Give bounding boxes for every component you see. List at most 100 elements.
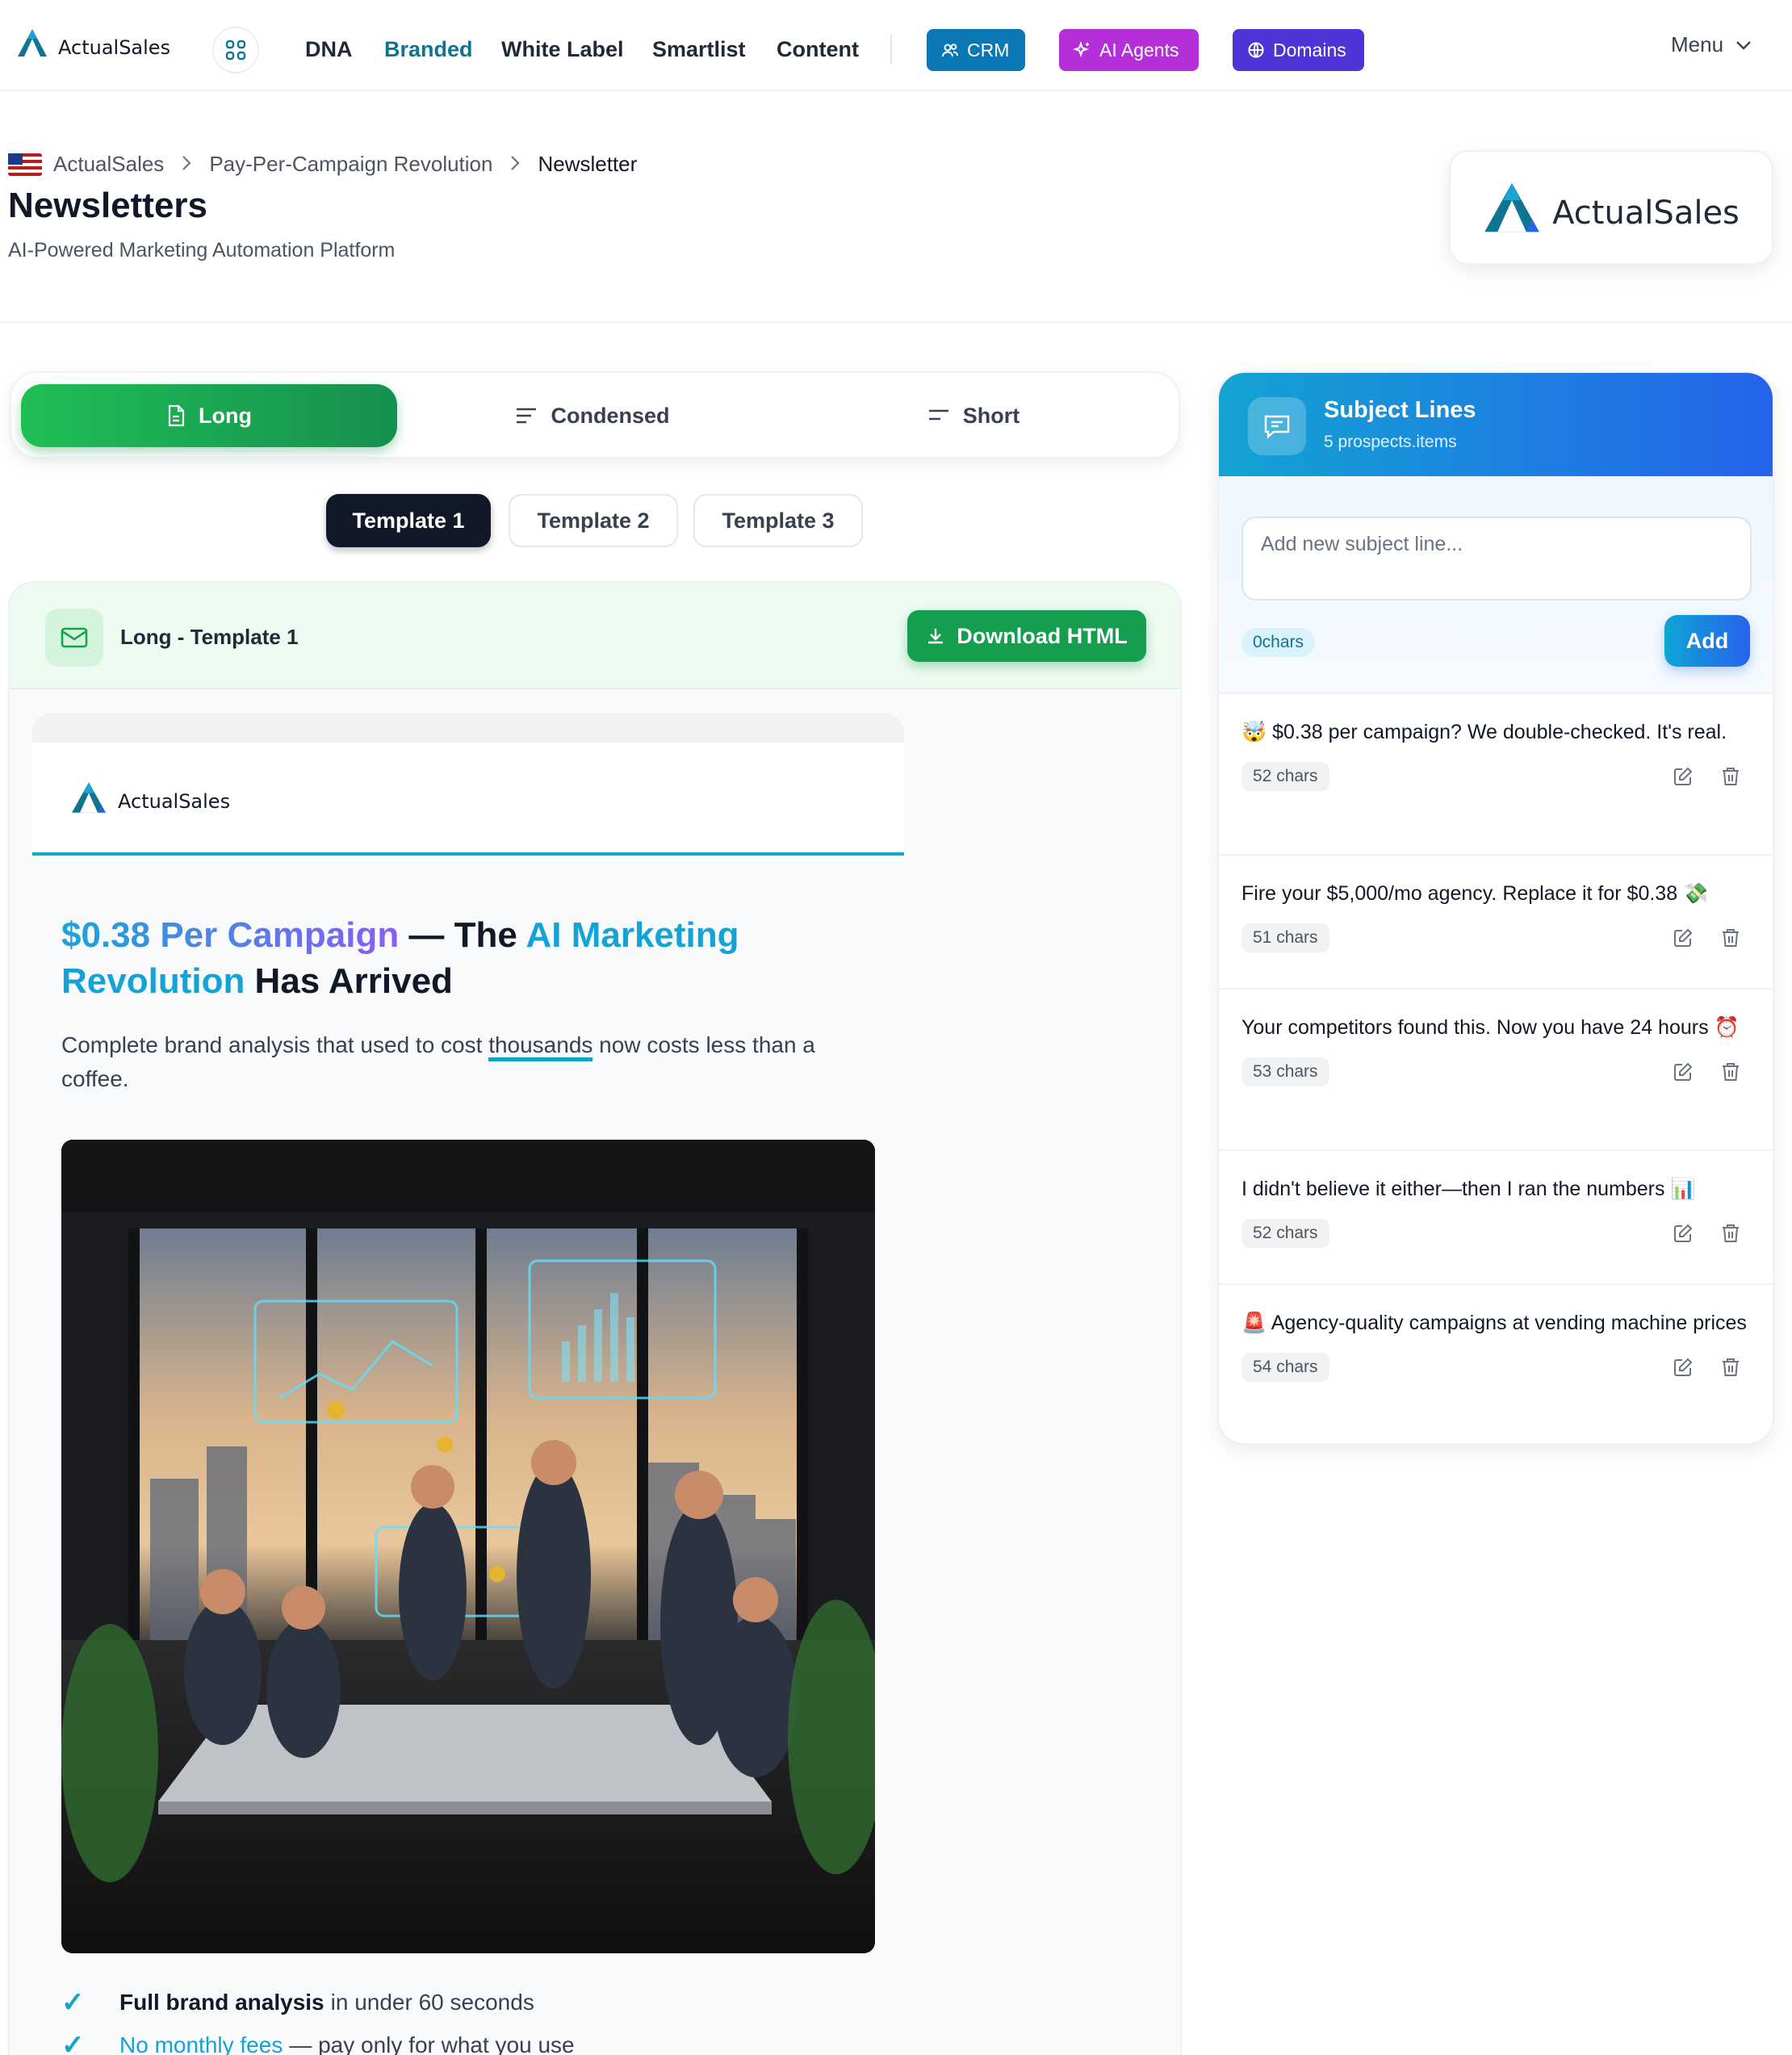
sparkles-icon (1074, 41, 1090, 58)
email-lead: Complete brand analysis that used to cos… (61, 1028, 875, 1096)
nav-link-dna[interactable]: DNA (305, 37, 353, 62)
trash-icon[interactable] (1721, 1223, 1740, 1244)
subject-input-area: 0chars Add (1219, 476, 1773, 694)
template-2-button[interactable]: Template 2 (509, 494, 678, 547)
edit-icon[interactable] (1673, 1223, 1694, 1244)
tab-short[interactable]: Short (909, 384, 1038, 447)
nav-link-smartlist[interactable]: Smartlist (652, 37, 746, 62)
add-subject-button[interactable]: Add (1664, 615, 1750, 667)
edit-icon[interactable] (1673, 1357, 1694, 1378)
globe-icon (1248, 42, 1264, 58)
headline-dash: — The (399, 915, 526, 955)
nav-link-white-label[interactable]: White Label (501, 37, 624, 62)
bullet-text: in under 60 seconds (330, 1989, 534, 2015)
subject-line-chars: 53 chars (1241, 1057, 1329, 1086)
tab-condensed[interactable]: Condensed (496, 384, 689, 447)
newsletter-preview: Long - Template 1 Download HTML ActualSa… (8, 581, 1182, 2055)
bullet-text: — pay only for what you use (289, 2032, 575, 2055)
subject-line-text: I didn't believe it either—then I ran th… (1241, 1178, 1696, 1200)
email-headline: $0.38 Per Campaign — The AI Marketing Re… (61, 912, 875, 1004)
grid-icon (225, 40, 246, 61)
breadcrumb-item-home[interactable]: ActualSales (53, 152, 164, 177)
actualsales-logo-icon (72, 782, 106, 813)
top-navigation: ActualSales DNA Branded White Label Smar… (0, 0, 1792, 91)
apps-grid-button[interactable] (212, 27, 259, 73)
download-label: Download HTML (957, 623, 1128, 648)
preview-title: Long - Template 1 (120, 625, 299, 649)
subject-line-text: 🤯 $0.38 per campaign? We double-checked.… (1241, 721, 1727, 743)
chevron-down-icon (1736, 40, 1751, 50)
subject-lines-title: Subject Lines (1324, 397, 1476, 423)
subject-line-chars: 54 chars (1241, 1353, 1329, 1382)
trash-icon[interactable] (1721, 1061, 1740, 1082)
domains-button[interactable]: Domains (1233, 29, 1364, 71)
trash-icon[interactable] (1721, 927, 1740, 948)
logo-text: ActualSales (58, 36, 171, 59)
edit-icon[interactable] (1673, 927, 1694, 948)
short-text-icon (928, 409, 948, 421)
check-icon: ✓ (61, 1986, 85, 2018)
us-flag-icon (8, 153, 42, 176)
bullet-link[interactable]: No monthly fees (119, 2032, 283, 2055)
email-header: ActualSales (32, 743, 904, 856)
edit-icon[interactable] (1673, 766, 1694, 787)
headline-end: Has Arrived (245, 961, 453, 1001)
email-content: ActualSales $0.38 Per Campaign — The AI … (32, 714, 904, 2055)
download-icon (928, 629, 944, 644)
nav-link-content[interactable]: Content (777, 37, 859, 62)
chevron-right-icon (510, 152, 521, 177)
hero-image (61, 1140, 875, 1953)
subject-lines-count: 5 prospects.items (1324, 433, 1457, 451)
users-icon (942, 44, 958, 57)
page-title: Newsletters (8, 186, 208, 225)
lead-underlined: thousands (488, 1032, 593, 1061)
breadcrumb-item-campaign[interactable]: Pay-Per-Campaign Revolution (209, 152, 492, 177)
ai-agents-label: AI Agents (1099, 39, 1179, 61)
breadcrumb-item-current: Newsletter (538, 152, 638, 176)
align-left-icon (517, 408, 537, 424)
actualsales-logo-icon (1484, 182, 1539, 232)
subject-line-item: 🤯 $0.38 per campaign? We double-checked.… (1219, 694, 1773, 856)
bullet-item: ✓ Full brand analysis in under 60 second… (61, 1981, 875, 2024)
crm-button[interactable]: CRM (927, 29, 1025, 71)
template-3-button[interactable]: Template 3 (693, 494, 863, 547)
nav-divider (890, 34, 892, 65)
tab-long[interactable]: Long (21, 384, 397, 447)
tab-condensed-label: Condensed (551, 403, 670, 428)
email-bullets: ✓ Full brand analysis in under 60 second… (61, 1981, 875, 2055)
lead-part-1: Complete brand analysis that used to cos… (61, 1032, 489, 1057)
trash-icon[interactable] (1721, 1357, 1740, 1378)
template-1-button[interactable]: Template 1 (326, 494, 491, 547)
logo[interactable]: ActualSales (16, 27, 170, 60)
subject-line-text: 🚨 Agency-quality campaigns at vending ma… (1241, 1312, 1747, 1334)
brand-logo-card: ActualSales (1449, 150, 1773, 265)
tab-short-label: Short (962, 403, 1020, 428)
download-html-button[interactable]: Download HTML (907, 610, 1146, 662)
trash-icon[interactable] (1721, 766, 1740, 787)
length-tabs: Long Condensed Short (10, 371, 1180, 458)
nav-link-branded[interactable]: Branded (384, 37, 473, 62)
document-icon (168, 404, 185, 427)
ai-agents-button[interactable]: AI Agents (1059, 29, 1199, 71)
bullet-bold: Full brand analysis (119, 1989, 324, 2015)
new-subject-line-input[interactable] (1241, 517, 1752, 601)
domains-label: Domains (1273, 39, 1346, 61)
menu-dropdown[interactable]: Menu (1671, 32, 1752, 57)
subject-line-chars: 51 chars (1241, 923, 1329, 952)
subject-line-item: I didn't believe it either—then I ran th… (1219, 1151, 1773, 1285)
subject-lines-header: Subject Lines 5 prospects.items (1219, 373, 1773, 476)
subject-line-chars: 52 chars (1241, 762, 1329, 791)
mail-icon (45, 609, 103, 667)
tab-long-label: Long (199, 403, 252, 428)
subject-line-item: Your competitors found this. Now you hav… (1219, 990, 1773, 1151)
message-icon (1248, 397, 1306, 455)
subject-line-text: Fire your $5,000/mo agency. Replace it f… (1241, 882, 1709, 905)
edit-icon[interactable] (1673, 1061, 1694, 1082)
subject-line-text: Your competitors found this. Now you hav… (1241, 1016, 1740, 1039)
actualsales-logo-icon (18, 29, 47, 57)
check-icon: ✓ (61, 2029, 85, 2055)
subject-lines-panel: Subject Lines 5 prospects.items 0chars A… (1217, 371, 1774, 1445)
preview-header: Long - Template 1 Download HTML (10, 583, 1180, 689)
subject-line-item: Fire your $5,000/mo agency. Replace it f… (1219, 856, 1773, 990)
char-count-badge: 0chars (1241, 628, 1316, 657)
